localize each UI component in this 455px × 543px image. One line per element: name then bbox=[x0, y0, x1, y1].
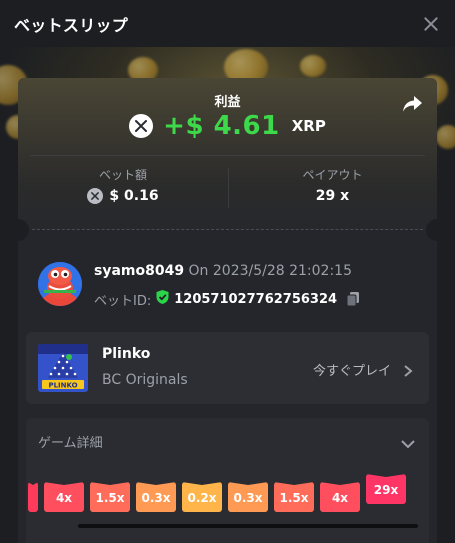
share-icon[interactable] bbox=[401, 93, 423, 115]
game-row[interactable]: PLINKO Plinko BC Originals 今すぐプレイ bbox=[26, 332, 429, 404]
bet-amount-stat: ベット額 $ 0.16 bbox=[18, 166, 228, 204]
user-line: syamo8049 On 2023/5/28 21:02:15 bbox=[94, 263, 352, 279]
bet-id-row: ベットID: 120571027762756324 bbox=[94, 289, 361, 309]
game-details-panel: ゲーム詳細 4x 1.5x 0.3x 0.2x 0.3x 1.5x 4x 29x bbox=[26, 418, 429, 543]
payout-label: ペイアウト bbox=[302, 168, 363, 182]
betslip-header: ベットスリップ bbox=[0, 0, 455, 47]
game-details-title: ゲーム詳細 bbox=[38, 436, 103, 451]
page-title: ベットスリップ bbox=[14, 15, 129, 35]
bet-id-label: ベットID: bbox=[94, 293, 152, 309]
profit-label: 利益 bbox=[214, 95, 241, 110]
game-thumbnail: PLINKO bbox=[38, 344, 88, 392]
coin-decoration bbox=[436, 125, 455, 149]
bet-amount-value: $ 0.16 bbox=[109, 188, 159, 204]
game-thumb-logo-text: PLINKO bbox=[48, 382, 77, 390]
bet-timestamp: On 2023/5/28 21:02:15 bbox=[188, 263, 352, 279]
ticket-notch bbox=[426, 219, 448, 241]
payout-value: 29 x bbox=[315, 188, 350, 204]
divider bbox=[30, 155, 425, 156]
multiplier-bucket: 0.3x bbox=[136, 482, 176, 512]
xrp-icon bbox=[87, 188, 104, 204]
bet-amount-label: ベット額 bbox=[98, 168, 147, 182]
bet-amount-row: $ 0.16 bbox=[18, 188, 228, 204]
multiplier-bucket: 0.2x bbox=[182, 482, 222, 512]
multiplier-bucket-hit: 29x bbox=[366, 474, 406, 504]
payout-stat: ペイアウト 29 x bbox=[228, 166, 437, 204]
username[interactable]: syamo8049 bbox=[94, 263, 184, 279]
multiplier-bucket: 1.5x bbox=[274, 482, 314, 512]
multiplier-bucket: 0.3x bbox=[228, 482, 268, 512]
dashed-divider bbox=[32, 229, 423, 230]
avatar[interactable] bbox=[38, 262, 82, 306]
verified-shield-icon bbox=[155, 289, 170, 309]
multiplier-buckets: 4x 1.5x 0.3x 0.2x 0.3x 1.5x 4x 29x bbox=[26, 474, 429, 512]
close-icon[interactable] bbox=[421, 14, 441, 34]
coin-decoration bbox=[300, 55, 326, 77]
bet-id-value: 120571027762756324 bbox=[174, 291, 338, 307]
profit-amount: +$ 4.61 bbox=[163, 111, 280, 141]
multiplier-bucket bbox=[28, 482, 38, 512]
game-provider: BC Originals bbox=[102, 372, 188, 388]
profit-currency: XRP bbox=[291, 117, 326, 135]
chevron-down-icon[interactable] bbox=[401, 434, 415, 449]
chevron-right-icon bbox=[403, 362, 413, 377]
game-name: Plinko bbox=[102, 346, 151, 362]
multiplier-bucket: 4x bbox=[320, 482, 360, 512]
multiplier-bucket: 4x bbox=[44, 482, 84, 512]
xrp-icon bbox=[129, 114, 154, 138]
copy-icon[interactable] bbox=[345, 291, 361, 307]
betslip-card: 利益 +$ 4.61 XRP ベット額 $ 0.16 ペイアウト 29 x sy… bbox=[7, 78, 448, 543]
ticket-notch bbox=[7, 219, 29, 241]
horizontal-scrollbar[interactable] bbox=[78, 524, 418, 528]
profit-row: +$ 4.61 XRP bbox=[18, 111, 437, 141]
play-now-link[interactable]: 今すぐプレイ bbox=[313, 360, 391, 379]
multiplier-bucket: 1.5x bbox=[90, 482, 130, 512]
